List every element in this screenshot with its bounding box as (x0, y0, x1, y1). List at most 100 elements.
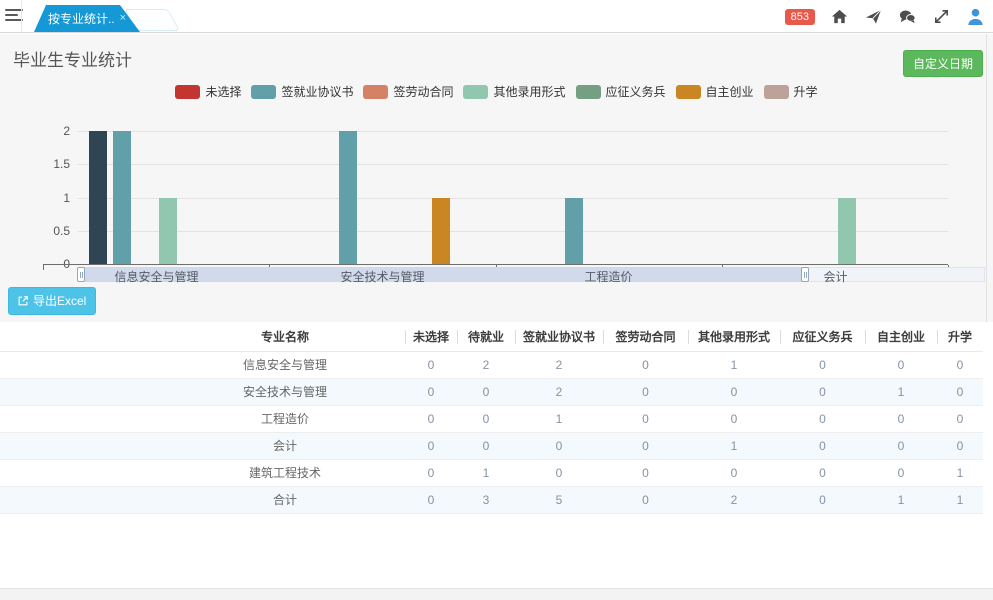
legend-swatch (175, 85, 200, 99)
statistics-table: 专业名称未选择待就业签就业协议书签劳动合同其他录用形式应征义务兵自主创业升学 信… (0, 322, 983, 514)
value-cell: 2 (515, 378, 603, 405)
legend-label: 应征义务兵 (606, 83, 666, 100)
value-cell: 0 (937, 378, 983, 405)
major-name-cell: 信息安全与管理 (0, 351, 405, 378)
custom-date-button[interactable]: 自定义日期 (903, 50, 983, 77)
value-cell: 0 (937, 405, 983, 432)
chart-legend: 未选择签就业协议书签劳动合同其他录用形式 应征义务兵 自主创业升学 (0, 83, 993, 100)
legend-swatch (251, 85, 276, 99)
export-label: 导出Excel (33, 292, 86, 309)
major-name-cell: 安全技术与管理 (0, 378, 405, 405)
legend-swatch (363, 85, 388, 99)
grid-line (78, 131, 948, 132)
value-cell: 2 (688, 486, 780, 513)
column-header: 其他录用形式 (688, 322, 780, 351)
datazoom-handle[interactable] (801, 267, 809, 282)
messages-icon[interactable] (898, 7, 917, 26)
y-axis-label: 1.5 (28, 157, 70, 171)
grid-line (78, 164, 948, 165)
value-cell: 3 (457, 486, 515, 513)
bar-chart: 00.511.52信息安全与管理安全技术与管理工程造价会计 (0, 107, 993, 283)
table-row: 安全技术与管理00200010 (0, 378, 983, 405)
legend-item[interactable]: 应征义务兵 (576, 83, 666, 100)
app-window: 按专业统计.. × 853 (0, 0, 993, 600)
user-avatar[interactable] (966, 7, 985, 26)
topbar-divider (21, 0, 22, 32)
value-cell: 2 (515, 351, 603, 378)
chart-bar[interactable] (89, 131, 107, 264)
value-cell: 1 (457, 459, 515, 486)
x-axis-category-label: 信息安全与管理 (114, 268, 198, 285)
table-row: 会计00001000 (0, 432, 983, 459)
legend-swatch (764, 85, 789, 99)
send-icon[interactable] (864, 7, 883, 26)
legend-item[interactable]: 未选择 (175, 83, 241, 100)
value-cell: 0 (937, 351, 983, 378)
column-header: 签就业协议书 (515, 322, 603, 351)
value-cell: 0 (457, 405, 515, 432)
value-cell: 1 (688, 351, 780, 378)
column-header: 签劳动合同 (603, 322, 688, 351)
tab-major-statistics[interactable]: 按专业统计.. × (34, 5, 140, 32)
value-cell: 0 (515, 432, 603, 459)
value-cell: 0 (405, 432, 457, 459)
legend-item[interactable]: 签劳动合同 (363, 83, 453, 100)
chart-bar[interactable] (432, 198, 450, 265)
home-icon[interactable] (830, 7, 849, 26)
value-cell: 1 (937, 459, 983, 486)
value-cell: 0 (457, 432, 515, 459)
value-cell: 0 (603, 459, 688, 486)
legend-item[interactable]: 升学 (764, 83, 818, 100)
statistics-panel: 毕业生专业统计 自定义日期 未选择签就业协议书签劳动合同其他录用形式应征义务兵自… (0, 34, 993, 322)
major-name-cell: 建筑工程技术 (0, 459, 405, 486)
grid-line (78, 231, 948, 232)
fullscreen-icon[interactable] (932, 7, 951, 26)
datazoom-slider[interactable] (80, 267, 985, 282)
value-cell: 0 (603, 486, 688, 513)
y-axis-label: 0.5 (28, 224, 70, 238)
major-name-cell: 会计 (0, 432, 405, 459)
major-name-cell: 合计 (0, 486, 405, 513)
chart-bar[interactable] (339, 131, 357, 264)
datazoom-handle[interactable] (77, 267, 85, 282)
chart-bar[interactable] (113, 131, 131, 264)
tab-close-icon[interactable]: × (120, 13, 126, 24)
chart-bar[interactable] (565, 198, 583, 265)
legend-label: 未选择 (205, 83, 241, 100)
y-axis-label: 1 (28, 191, 70, 205)
value-cell: 1 (937, 486, 983, 513)
notification-badge[interactable]: 853 (785, 9, 815, 25)
statistics-table-section: 专业名称未选择待就业签就业协议书签劳动合同其他录用形式应征义务兵自主创业升学 信… (0, 322, 993, 588)
value-cell: 0 (865, 432, 937, 459)
legend-item[interactable]: 自主创业 (676, 83, 754, 100)
value-cell: 1 (515, 405, 603, 432)
value-cell: 0 (603, 351, 688, 378)
legend-swatch (676, 85, 701, 99)
value-cell: 0 (405, 486, 457, 513)
table-row: 合计03502011 (0, 486, 983, 513)
x-axis-tick (43, 265, 44, 270)
table-row: 工程造价00100000 (0, 405, 983, 432)
legend-item[interactable]: 签就业协议书 (251, 83, 353, 100)
table-row: 建筑工程技术01000001 (0, 459, 983, 486)
topbar-actions: 853 (785, 0, 985, 33)
value-cell: 0 (688, 459, 780, 486)
legend-label: 自主创业 (706, 83, 754, 100)
y-axis-label: 2 (28, 124, 70, 138)
export-excel-button[interactable]: 导出Excel (8, 287, 96, 315)
chart-bar[interactable] (838, 198, 856, 265)
bottom-strip (0, 588, 993, 600)
x-axis-category-label: 安全技术与管理 (340, 268, 424, 285)
value-cell: 0 (780, 459, 865, 486)
export-icon (17, 295, 29, 307)
value-cell: 0 (865, 351, 937, 378)
value-cell: 0 (457, 378, 515, 405)
tab-label: 按专业统计.. (48, 10, 115, 27)
legend-item[interactable]: 其他录用形式 (463, 83, 565, 100)
legend-swatch (463, 85, 488, 99)
legend-swatch (576, 85, 601, 99)
value-cell: 5 (515, 486, 603, 513)
value-cell: 0 (688, 405, 780, 432)
value-cell: 0 (603, 432, 688, 459)
chart-bar[interactable] (159, 198, 177, 265)
